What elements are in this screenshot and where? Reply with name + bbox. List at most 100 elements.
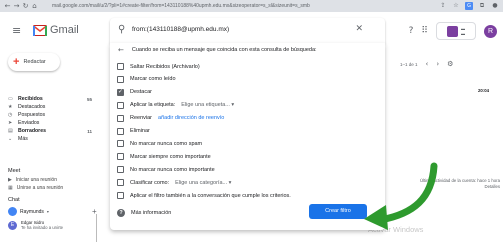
back-arrow-icon[interactable]: ←	[118, 46, 124, 54]
checkbox[interactable]	[117, 88, 124, 96]
details-link[interactable]: Detalles	[407, 184, 500, 190]
checkbox[interactable]	[117, 166, 124, 174]
sidebar-item-label: Pospuestos	[18, 112, 46, 118]
sidebar-item-enviados[interactable]: ➤ Enviados	[0, 119, 100, 127]
checkbox[interactable]	[117, 127, 124, 135]
sidebar-item-count: 11	[87, 128, 92, 134]
filter-option[interactable]: Aplicar la etiqueta: Elige una etiqueta..…	[117, 101, 234, 109]
clock-icon: ◷	[8, 112, 13, 118]
sidebar-item-pospuestos[interactable]: ◷ Pospuestos	[0, 111, 100, 119]
search-input[interactable]: from:(143110188@upmh.edu.mx)	[132, 26, 229, 33]
filter-option[interactable]: Eliminar	[117, 127, 150, 135]
chat-user-name: Raymunds	[20, 208, 44, 215]
filter-option[interactable]: No marcar nunca como spam	[117, 140, 202, 148]
filter-option-label: Saltar Recibidos (Archivarlo)	[130, 63, 200, 70]
message-date: 20:04	[478, 88, 489, 93]
filter-option[interactable]: Reenviar añadir dirección de reenvío	[117, 114, 224, 122]
plus-icon: +	[13, 56, 20, 68]
checkbox[interactable]	[117, 101, 124, 109]
checkbox[interactable]	[117, 75, 124, 83]
checkbox[interactable]	[117, 140, 124, 148]
dropdown-select[interactable]: Elige una etiqueta... ▾	[181, 102, 234, 108]
share-icon[interactable]: ⇪	[439, 1, 447, 11]
chevron-right-icon[interactable]: ›	[436, 60, 439, 68]
keyboard-icon: ▦	[8, 185, 13, 191]
forward-arrow-icon[interactable]: →	[12, 1, 21, 11]
org-logo-lines: ▬ ▬	[461, 26, 465, 36]
filter-option-label: No marcar nunca como importante	[130, 166, 215, 173]
apps-grid-icon[interactable]: ⠿	[421, 26, 428, 36]
screen: ← → ↻ ⌂ mail.google.com/mail/u/2/?pli=1#…	[0, 0, 503, 242]
help-row[interactable]: ? Más información	[117, 209, 171, 217]
extension-icon[interactable]: G	[465, 2, 473, 10]
filter-option-label: Marcar siempre como importante	[130, 153, 211, 160]
chat-avatar	[8, 207, 17, 216]
help-icon[interactable]: ?	[409, 26, 414, 36]
org-badge[interactable]: ▬ ▬	[436, 22, 476, 40]
start-meeting-label: Iniciar una reunión	[15, 177, 57, 183]
contact-text: Edgar Isidro Te ha invitado a unirte	[21, 220, 63, 230]
checkbox[interactable]	[117, 153, 124, 161]
browser-toolbar: ← → ↻ ⌂ mail.google.com/mail/u/2/?pli=1#…	[0, 0, 503, 12]
filter-option-label: Aplicar el filtro también a la conversac…	[130, 192, 291, 199]
chat-contact[interactable]: E Edgar Isidro Te ha invitado a unirte	[8, 220, 63, 230]
browser-extensions: ⇪ ☆ G ⧉ ●	[439, 1, 499, 11]
search-icon[interactable]: ⚲	[118, 24, 125, 35]
settings-icon[interactable]: ⚙	[447, 60, 453, 68]
chevron-left-icon[interactable]: ‹	[426, 60, 429, 68]
checkbox[interactable]	[117, 179, 124, 187]
join-meeting-link[interactable]: ▦ Unirse a una reunión	[8, 185, 63, 191]
checkbox[interactable]	[117, 63, 124, 70]
activity-info: Última actividad de la cuenta: hace 1 ho…	[407, 178, 500, 190]
filter-description: Cuando se reciba un mensaje que coincida…	[131, 47, 317, 53]
reload-icon[interactable]: ↻	[21, 1, 30, 11]
filter-option[interactable]: Aplicar el filtro también a la conversac…	[117, 192, 291, 199]
back-row: ← Cuando se reciba un mensaje que coinci…	[118, 46, 317, 54]
filter-option[interactable]: Marcar siempre como importante	[117, 153, 211, 161]
sidebar-item-borradores[interactable]: ▤ Borradores 11	[0, 127, 100, 135]
sidebar-item-label: Destacados	[18, 104, 46, 110]
filter-option[interactable]: Marcar como leído	[117, 75, 176, 83]
help-icon: ?	[117, 209, 125, 217]
gmail-logo-icon	[33, 25, 47, 36]
checkbox[interactable]	[117, 114, 124, 122]
sidebar-item-label: Enviados	[18, 120, 40, 126]
profile-icon[interactable]: ●	[491, 1, 499, 11]
puzzle-icon[interactable]: ⧉	[478, 1, 486, 11]
back-arrow-icon[interactable]: ←	[3, 1, 12, 11]
checkbox[interactable]	[117, 192, 124, 199]
close-icon[interactable]: ✕	[355, 24, 363, 34]
star-icon[interactable]: ☆	[452, 1, 460, 11]
chat-user[interactable]: Raymunds ▾	[8, 207, 49, 216]
filter-option[interactable]: Destacar	[117, 88, 152, 96]
compose-button[interactable]: + Redactar	[8, 53, 60, 71]
sidebar-item-m-s[interactable]: ⌄ Más	[0, 135, 100, 143]
app-name: Gmail	[50, 24, 79, 36]
meet-heading: Meet	[8, 168, 21, 174]
filter-option[interactable]: No marcar nunca como importante	[117, 166, 215, 174]
sidebar-item-label: Recibidos	[18, 96, 43, 102]
sidebar-item-recibidos[interactable]: ▭ Recibidos 55	[0, 95, 100, 103]
inbox-icon: ▭	[8, 96, 13, 102]
list-toolbar: 1–1 de 1 ‹ › ⚙	[400, 60, 453, 68]
filter-option[interactable]: Clasificar como: Elige una categoría... ▾	[117, 179, 231, 187]
add-forward-address-link[interactable]: añadir dirección de reenvío	[158, 115, 224, 121]
filter-option[interactable]: Saltar Recibidos (Archivarlo)	[117, 63, 200, 70]
create-filter-button[interactable]: Crear filtro	[309, 204, 367, 219]
home-icon[interactable]: ⌂	[30, 1, 39, 11]
menu-icon[interactable]: ≡	[12, 25, 23, 37]
sidebar-item-destacados[interactable]: ★ Destacados	[0, 103, 100, 111]
chevron-down-icon: ▾	[46, 209, 49, 214]
help-link[interactable]: Más información	[131, 210, 171, 216]
filter-option-label: Aplicar la etiqueta:	[130, 102, 176, 109]
dropdown-select[interactable]: Elige una categoría... ▾	[175, 180, 231, 186]
header-right: ? ⠿ ▬ ▬ R	[409, 22, 497, 40]
search-bar[interactable]: ⚲ from:(143110188@upmh.edu.mx) ✕	[110, 18, 385, 44]
sidebar: + Redactar ▭ Recibidos 55 ★ Destacados ◷ Pospu…	[0, 50, 110, 242]
filter-option-label: Clasificar como:	[130, 179, 170, 186]
address-bar[interactable]: mail.google.com/mail/u/2/?pli=1#create-f…	[52, 1, 342, 11]
filter-option-label: Marcar como leído	[130, 76, 176, 83]
avatar[interactable]: R	[484, 24, 497, 38]
start-meeting-link[interactable]: ▶ Iniciar una reunión	[8, 177, 57, 183]
filter-panel: ← Cuando se reciba un mensaje que coinci…	[110, 43, 385, 230]
